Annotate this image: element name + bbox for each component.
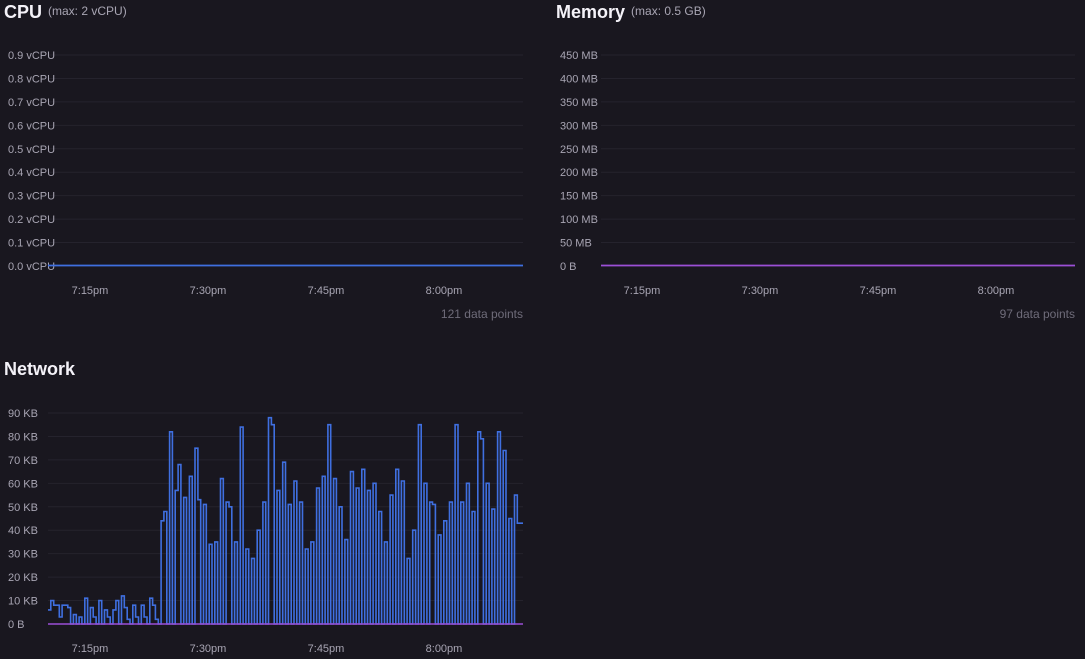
network-y-tick-label: 40 KB <box>8 525 38 537</box>
cpu-x-tick-label: 7:45pm <box>308 285 345 297</box>
network-y-tick-label: 70 KB <box>8 455 38 467</box>
memory-x-tick-label: 7:45pm <box>860 285 897 297</box>
network-y-tick-label: 30 KB <box>8 549 38 561</box>
memory-y-tick-label: 250 MB <box>560 144 598 156</box>
cpu-data-points: 121 data points <box>440 307 523 321</box>
cpu-y-tick-label: 0.2 vCPU <box>8 214 55 226</box>
memory-x-tick-label: 7:30pm <box>742 285 779 297</box>
memory-data-points: 97 data points <box>999 307 1075 321</box>
cpu-y-tick-label: 0.3 vCPU <box>8 191 55 203</box>
memory-panel: Memory (max: 0.5 GB) 0 B 50 MB 100 MB 150 MB… <box>552 0 1085 330</box>
memory-y-tick-label: 450 MB <box>560 50 598 62</box>
memory-y-tick-label: 0 B <box>560 261 577 273</box>
network-x-tick-label: 7:15pm <box>72 643 109 655</box>
network-y-tick-label: 80 KB <box>8 431 38 443</box>
network-y-tick-label: 90 KB <box>8 408 38 420</box>
memory-y-tick-label: 50 MB <box>560 238 592 250</box>
network-series-0-line <box>48 416 523 625</box>
cpu-y-tick-label: 0.1 vCPU <box>8 238 55 250</box>
memory-chart: 0 B 50 MB 100 MB 150 MB 200 MB 250 MB 300 MB 35… <box>560 50 1075 297</box>
network-x-tick-label: 8:00pm <box>426 643 463 655</box>
cpu-y-tick-label: 0.6 vCPU <box>8 120 55 132</box>
network-chart: 0 B 10 KB 20 KB 30 KB 40 KB 50 KB 60 KB 70 KB 80… <box>8 408 523 655</box>
memory-y-tick-label: 100 MB <box>560 214 598 226</box>
network-x-tick-label: 7:30pm <box>190 643 227 655</box>
memory-y-tick-label: 400 MB <box>560 73 598 85</box>
memory-x-tick-label: 7:15pm <box>624 285 661 297</box>
cpu-x-tick-label: 7:30pm <box>190 285 227 297</box>
network-x-tick-label: 7:45pm <box>308 643 345 655</box>
memory-y-tick-label: 150 MB <box>560 191 598 203</box>
cpu-y-tick-label: 0.7 vCPU <box>8 97 55 109</box>
cpu-chart: 0.0 vCPU 0.1 vCPU 0.2 vCPU 0.3 vCPU 0.4 vCPU… <box>8 50 523 297</box>
memory-x-tick-label: 8:00pm <box>978 285 1015 297</box>
network-panel: Network 0 B 10 KB 20 KB 30 KB 40 KB 50 KB 60 K… <box>0 356 535 659</box>
network-y-tick-label: 50 KB <box>8 502 38 514</box>
network-y-tick-label: 60 KB <box>8 478 38 490</box>
cpu-y-tick-label: 0.0 vCPU <box>8 261 55 273</box>
memory-y-tick-label: 300 MB <box>560 120 598 132</box>
cpu-y-tick-label: 0.9 vCPU <box>8 50 55 62</box>
cpu-panel: CPU (max: 2 vCPU) 0.0 vCPU 0.1 vCPU 0.2 vCP… <box>0 0 535 330</box>
cpu-x-tick-label: 8:00pm <box>426 285 463 297</box>
network-y-tick-label: 20 KB <box>8 572 38 584</box>
memory-y-tick-label: 200 MB <box>560 167 598 179</box>
cpu-x-tick-label: 7:15pm <box>72 285 109 297</box>
cpu-y-tick-label: 0.8 vCPU <box>8 73 55 85</box>
memory-y-tick-label: 350 MB <box>560 97 598 109</box>
cpu-y-tick-label: 0.4 vCPU <box>8 167 55 179</box>
cpu-y-tick-label: 0.5 vCPU <box>8 144 55 156</box>
network-y-tick-label: 10 KB <box>8 596 38 608</box>
network-y-tick-label: 0 B <box>8 619 25 631</box>
